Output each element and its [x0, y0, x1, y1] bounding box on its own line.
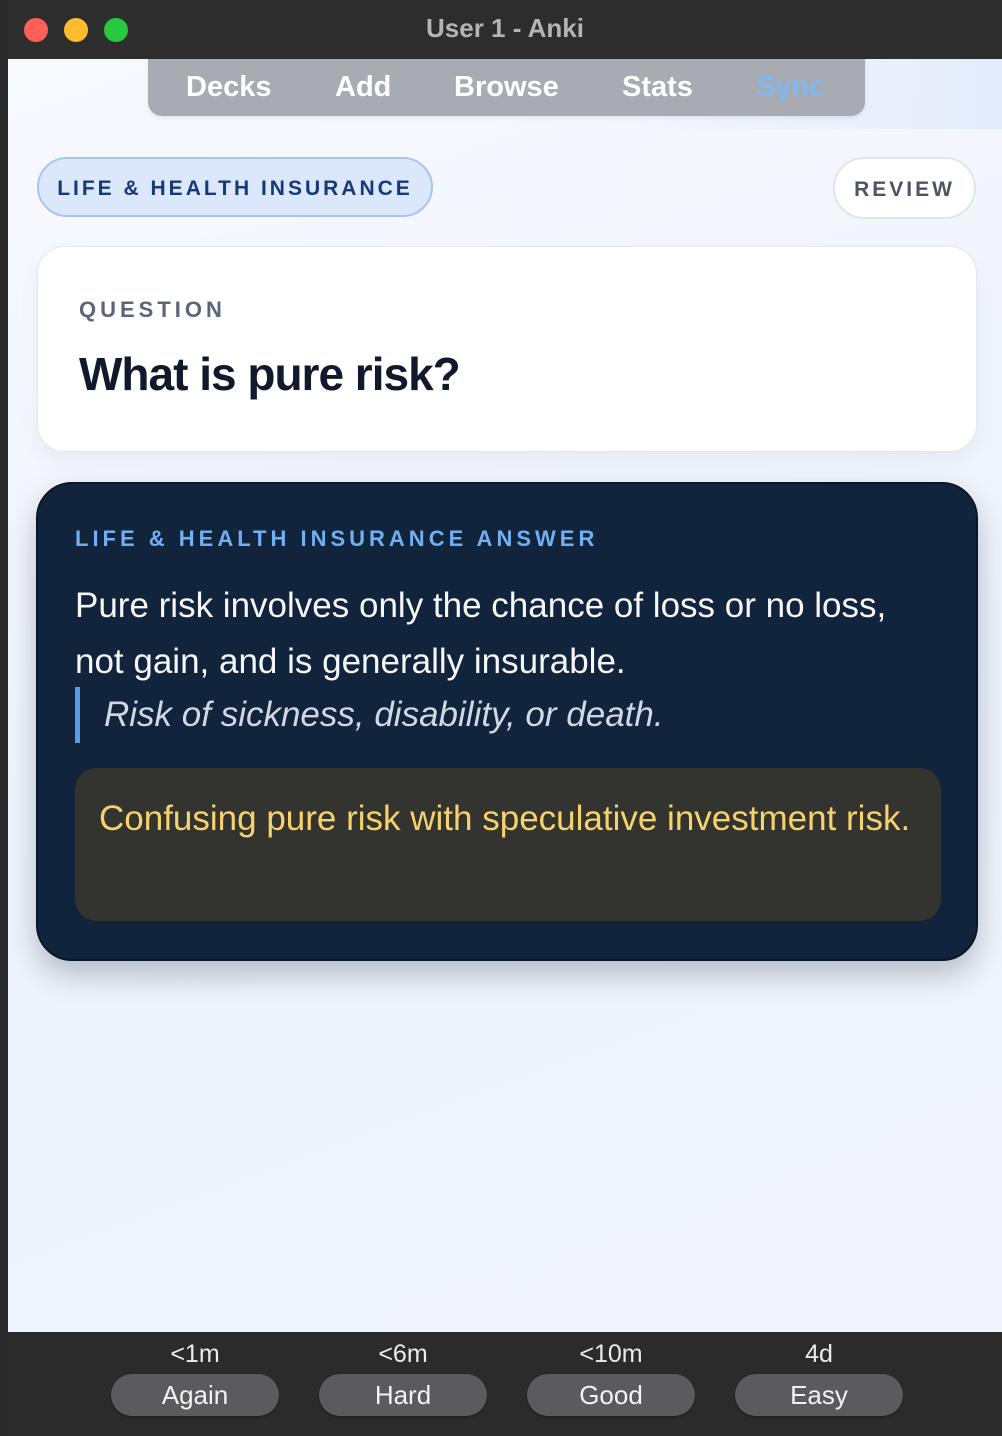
good-button[interactable]: Good [527, 1374, 695, 1416]
background-window-edge [0, 0, 8, 1436]
good-interval: <10m [579, 1340, 643, 1368]
again-button[interactable]: Again [111, 1374, 279, 1416]
pitfall-text: Confusing pure risk with speculative inv… [99, 799, 911, 838]
hard-interval: <6m [378, 1340, 428, 1368]
question-text: What is pure risk? [79, 348, 461, 400]
toolbar-stats-link[interactable]: Stats [622, 71, 693, 104]
example-quote: Risk of sickness, disability, or death. [75, 687, 664, 743]
answer-card: LIFE & HEALTH INSURANCE ANSWER Pure risk… [36, 482, 978, 961]
anki-window: User 1 - Anki Decks Add Browse Stats Syn… [8, 0, 1002, 1436]
toolbar-browse-link[interactable]: Browse [454, 71, 559, 104]
pitfall-box: Confusing pure risk with speculative inv… [75, 768, 941, 921]
review-tag: REVIEW [833, 157, 976, 219]
question-label: QUESTION [79, 297, 226, 322]
hard-button[interactable]: Hard [319, 1374, 487, 1416]
window-title: User 1 - Anki [426, 13, 584, 43]
title-bar: User 1 - Anki [8, 0, 1002, 59]
answer-label: LIFE & HEALTH INSURANCE ANSWER [75, 526, 599, 551]
deck-tag-label: LIFE & HEALTH INSURANCE [57, 177, 413, 200]
easy-button[interactable]: Easy [735, 1374, 903, 1416]
answer-text: Pure risk involves only the chance of lo… [75, 586, 887, 681]
deck-tag: LIFE & HEALTH INSURANCE [37, 157, 433, 217]
question-card: QUESTION What is pure risk? [37, 246, 977, 452]
toolbar-sync-link[interactable]: Sync [756, 71, 825, 104]
toolbar-decks-link[interactable]: Decks [186, 71, 271, 104]
review-tag-label: REVIEW [854, 178, 955, 201]
answer-bar: <1m Again <6m Hard <10m Good 4d Easy [8, 1332, 1002, 1436]
toolbar-add-link[interactable]: Add [335, 71, 391, 104]
easy-interval: 4d [805, 1340, 833, 1368]
review-content: Decks Add Browse Stats Sync LIFE & HEALT… [8, 59, 1002, 1332]
main-toolbar: Decks Add Browse Stats Sync [148, 59, 865, 116]
again-interval: <1m [170, 1340, 220, 1368]
